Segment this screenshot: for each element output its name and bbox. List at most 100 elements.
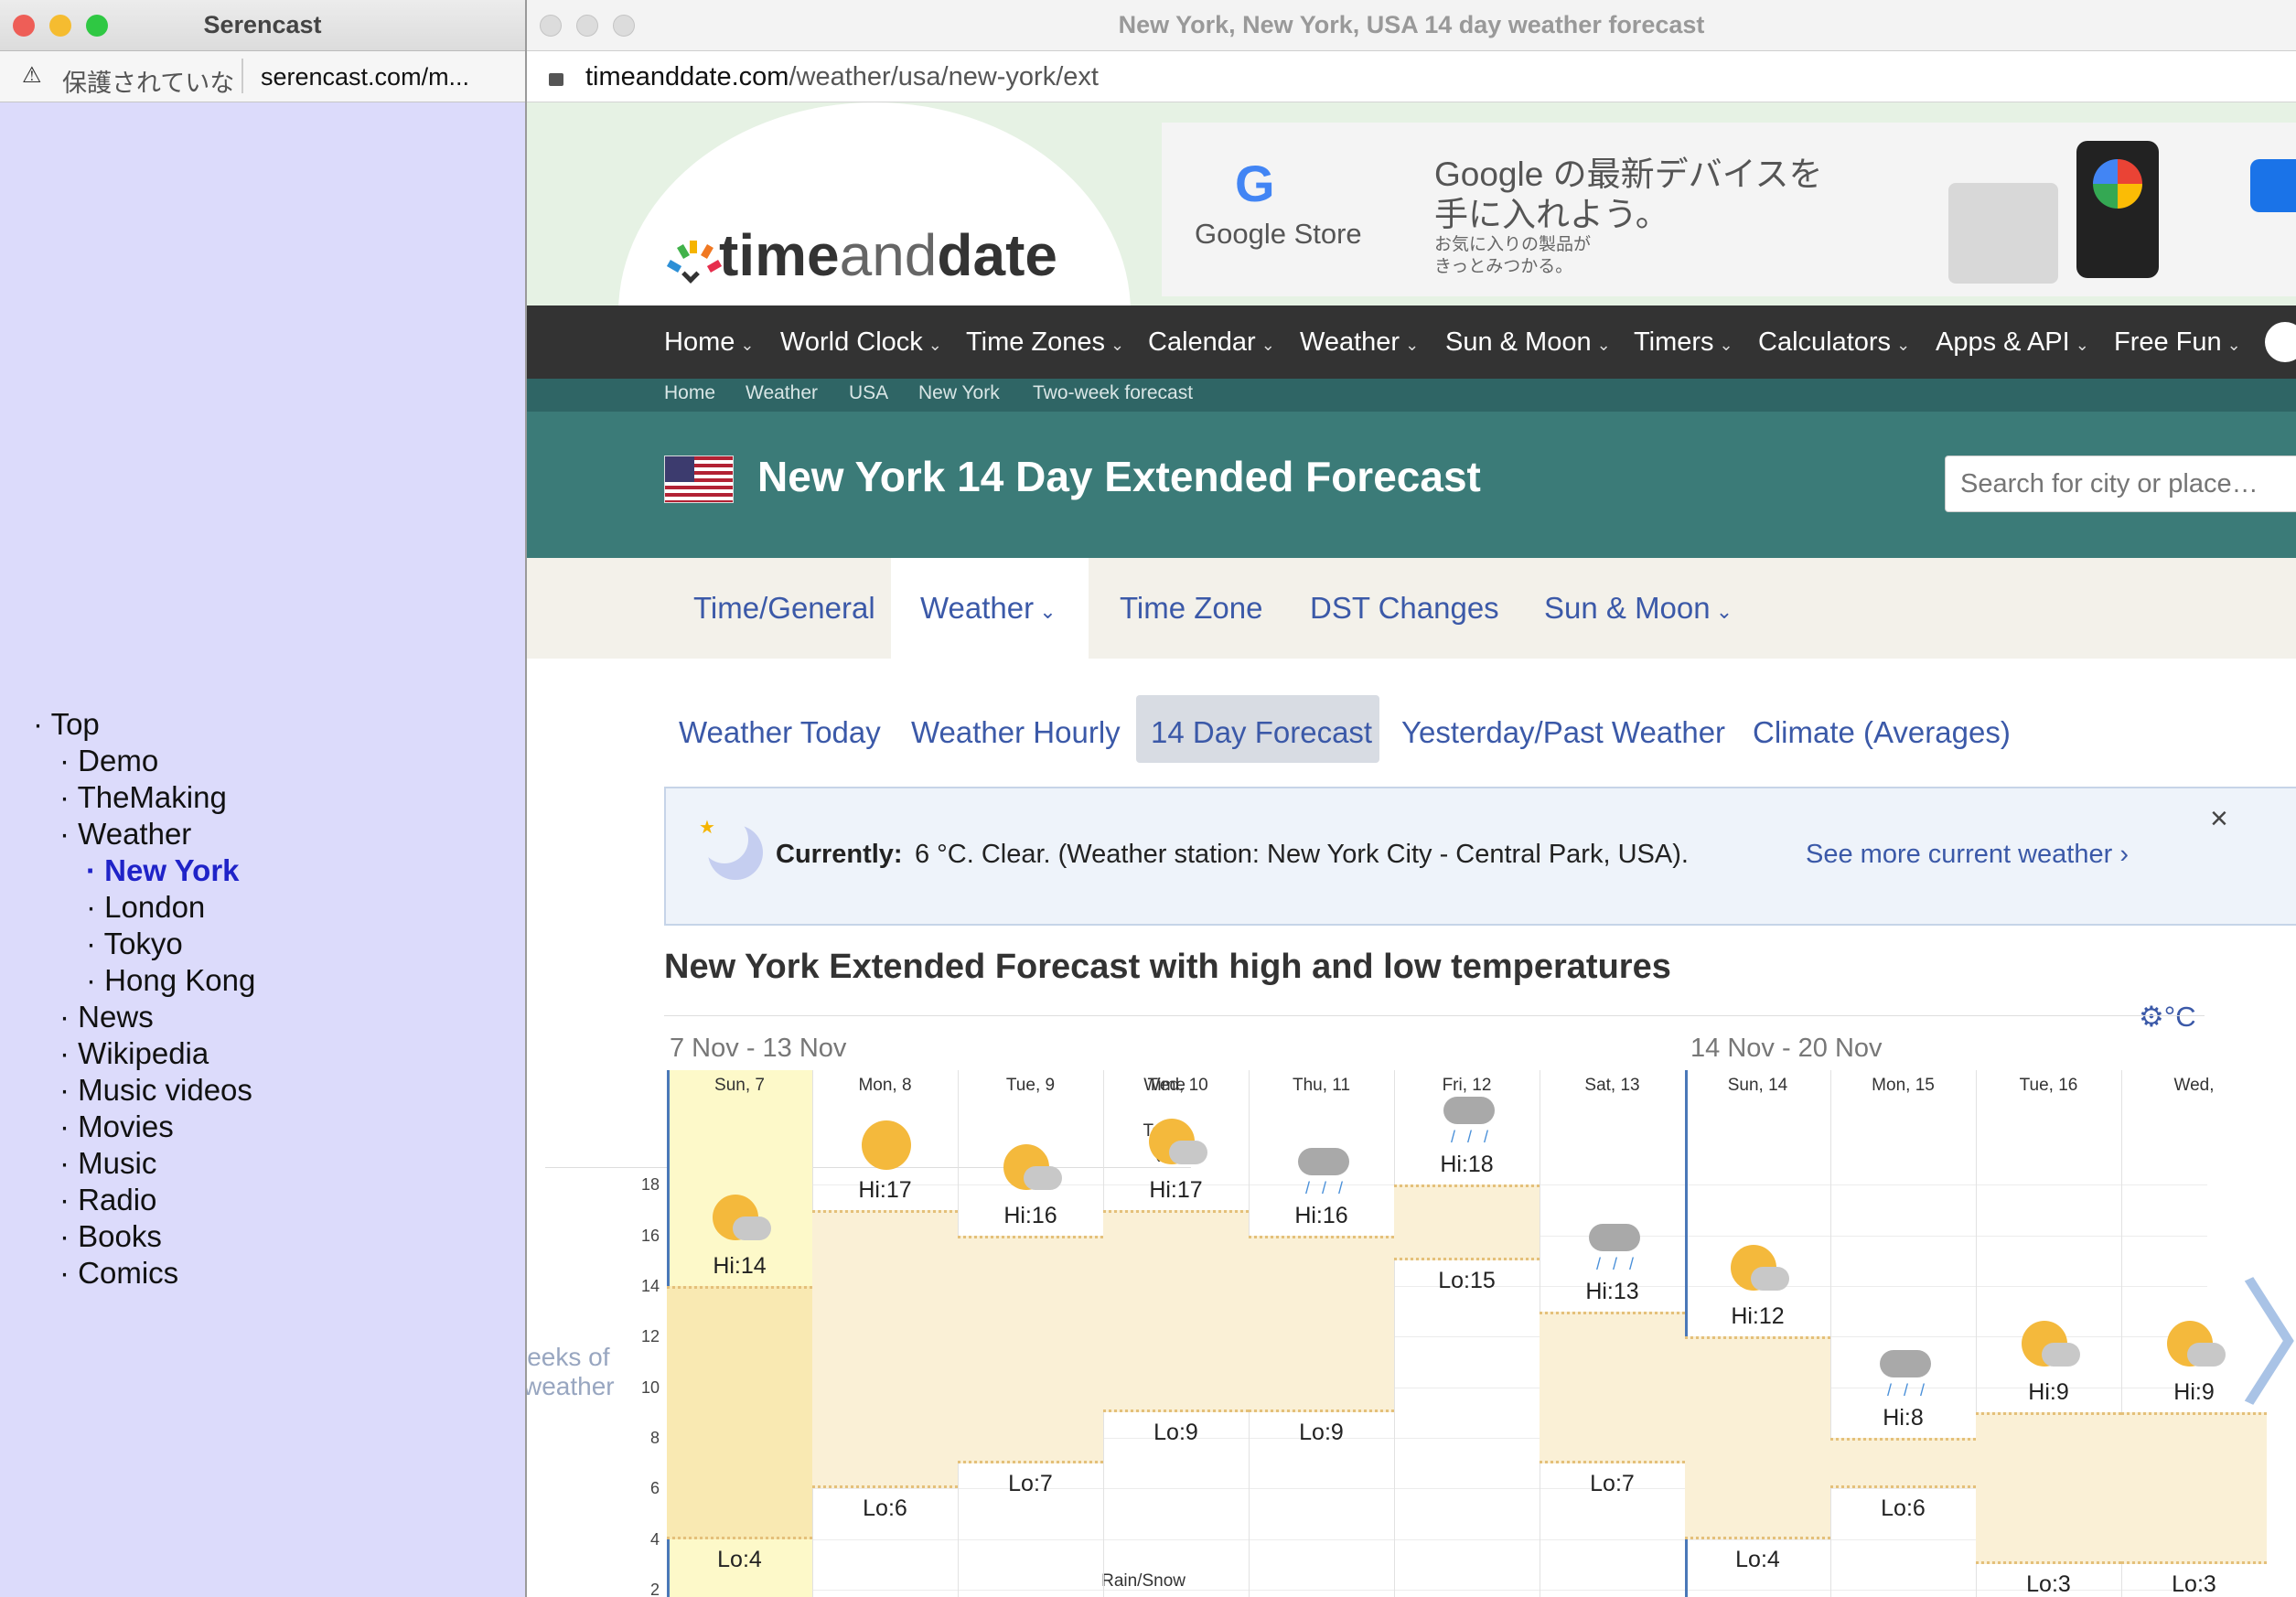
tree-item-label: Radio: [78, 1183, 157, 1217]
week-label: 7 Nov - 13 Nov: [670, 1034, 847, 1063]
tree-item[interactable]: · TheMaking: [33, 779, 255, 816]
tree-item[interactable]: · News: [33, 999, 255, 1035]
tree-item[interactable]: · Movies: [33, 1109, 255, 1145]
tree-item[interactable]: · New York: [33, 852, 255, 889]
chevron-down-icon: ⌄: [928, 336, 942, 354]
tree-item[interactable]: · Wikipedia: [33, 1035, 255, 1072]
lo-label: Lo:3: [2172, 1571, 2216, 1597]
temp-range-band: [1540, 1311, 1685, 1463]
lo-label: Lo:9: [1299, 1420, 1344, 1446]
bullet-icon: ·: [59, 817, 79, 851]
left-address-bar[interactable]: ⚠ 保護されていな serencast.com/m...: [0, 51, 525, 102]
unit-toggle[interactable]: ⚙°C: [2139, 1001, 2196, 1034]
nav-item[interactable]: Sun & Moon ⌄: [1445, 327, 1611, 358]
nav-item-label: Calculators: [1758, 327, 1892, 357]
hi-label: Hi:12: [1731, 1303, 1785, 1330]
url-text[interactable]: timeanddate.com/weather/usa/new-york/ext: [585, 62, 1099, 92]
security-warning: 保護されていな: [62, 70, 235, 97]
partly-cloudy-icon: [1729, 1245, 1789, 1300]
close-window-button[interactable]: [540, 15, 562, 37]
ad-button[interactable]: [2250, 159, 2296, 212]
secondary-tab[interactable]: Yesterday/Past Weather: [1401, 715, 1725, 750]
temp-range-band: [1685, 1336, 1830, 1539]
hi-label: Hi:18: [1440, 1152, 1494, 1178]
breadcrumb-item[interactable]: New York: [918, 382, 1000, 404]
page-title: New York 14 Day Extended Forecast: [757, 453, 1481, 500]
tree-item[interactable]: · Radio: [33, 1182, 255, 1218]
bullet-icon: ·: [59, 780, 78, 814]
secondary-tab[interactable]: Weather Today: [679, 715, 881, 750]
tree-item-label: Wikipedia: [78, 1036, 209, 1070]
tree-item-label: Demo: [78, 744, 159, 777]
nav-item-label: Timers: [1634, 327, 1714, 357]
warning-icon: ⚠: [22, 63, 42, 88]
nav-item[interactable]: Home ⌄: [664, 327, 754, 358]
ad-banner[interactable]: G Google Store Google の最新デバイスを 手に入れよう。 お…: [1162, 123, 2296, 296]
day-label: Thu, 11: [1292, 1076, 1351, 1095]
zoom-window-button[interactable]: [613, 15, 635, 37]
secondary-tab[interactable]: Climate (Averages): [1753, 715, 2011, 750]
tree-item[interactable]: · London: [33, 889, 255, 926]
breadcrumb-item[interactable]: Home: [664, 382, 715, 404]
nav-item[interactable]: Time Zones ⌄: [966, 327, 1124, 358]
breadcrumb-item[interactable]: USA: [849, 382, 888, 404]
secondary-tab[interactable]: Weather Hourly: [911, 715, 1121, 750]
search-input[interactable]: [1945, 456, 2296, 512]
chevron-down-icon: ⌄: [1719, 336, 1733, 354]
lo-label: Lo:15: [1438, 1268, 1496, 1294]
lock-icon: [549, 73, 563, 86]
secondary-tab[interactable]: 14 Day Forecast: [1151, 715, 1372, 750]
page-hero: New York 14 Day Extended Forecast: [527, 412, 2296, 558]
primary-tab[interactable]: DST Changes: [1310, 591, 1499, 626]
primary-tab[interactable]: Time Zone: [1120, 591, 1263, 626]
lo-label: Lo:4: [1735, 1546, 1780, 1572]
breadcrumb-item[interactable]: Weather: [746, 382, 818, 404]
nav-item[interactable]: Timers ⌄: [1634, 327, 1733, 358]
nav-item[interactable]: Apps & API ⌄: [1936, 327, 2089, 358]
tree-item[interactable]: · Tokyo: [33, 926, 255, 962]
tree-item[interactable]: · Weather: [33, 816, 255, 852]
day-label: Mon, 15: [1872, 1076, 1935, 1095]
nav-item-label: Home: [664, 327, 735, 357]
primary-tab[interactable]: Sun & Moon ⌄: [1544, 591, 1733, 626]
primary-tab[interactable]: Time/General: [693, 591, 875, 626]
nav-item[interactable]: World Clock ⌄: [780, 327, 942, 358]
nav-item[interactable]: Calendar ⌄: [1148, 327, 1275, 358]
close-icon[interactable]: ×: [2210, 801, 2228, 837]
tab-label: Weather: [920, 591, 1035, 625]
tree-item[interactable]: · Music videos: [33, 1072, 255, 1109]
week-label: 14 Nov - 20 Nov: [1690, 1034, 1883, 1063]
temp-range-band: [2121, 1412, 2267, 1565]
primary-tab[interactable]: Weather ⌄: [920, 591, 1057, 626]
tree-item[interactable]: · Books: [33, 1218, 255, 1255]
partly-cloudy-icon: [711, 1195, 771, 1249]
day-label: Tue, 9: [1005, 1076, 1056, 1095]
day-label: Tue, 16: [2019, 1076, 2078, 1095]
tree-item-label: Hong Kong: [104, 963, 256, 997]
address-bar[interactable]: timeanddate.com/weather/usa/new-york/ext: [527, 51, 2296, 102]
nav-item[interactable]: Free Fun ⌄: [2114, 327, 2241, 358]
lo-label: Lo:3: [2026, 1571, 2071, 1597]
day-label: Sat, 13: [1584, 1076, 1640, 1095]
account-icon[interactable]: [2265, 322, 2296, 362]
chevron-down-icon: ⌄: [1896, 336, 1911, 354]
hi-label: Hi:14: [713, 1253, 767, 1279]
tree-item[interactable]: · Demo: [33, 743, 255, 779]
hi-label: Hi:17: [1149, 1177, 1203, 1203]
current-link[interactable]: See more current weather ›: [1806, 840, 2129, 870]
lo-label: Lo:7: [1008, 1470, 1053, 1496]
tree-item[interactable]: · Comics: [33, 1255, 255, 1292]
site-logo[interactable]: timeanddate: [664, 221, 1057, 289]
tree-item-label: News: [78, 1000, 154, 1034]
minimize-window-button[interactable]: [576, 15, 598, 37]
nav-item[interactable]: Calculators ⌄: [1758, 327, 1910, 358]
next-arrow-icon[interactable]: 〉: [2237, 1277, 2296, 1414]
tree-item[interactable]: · Top: [33, 706, 255, 743]
hi-label: Hi:16: [1003, 1202, 1057, 1228]
nav-item[interactable]: Weather ⌄: [1300, 327, 1419, 358]
tree-item[interactable]: · Hong Kong: [33, 962, 255, 999]
tree-item[interactable]: · Music: [33, 1145, 255, 1182]
url-text[interactable]: serencast.com/m...: [261, 63, 469, 91]
tree-item-label: Tokyo: [103, 927, 183, 960]
day-label: Sun, 7: [714, 1076, 765, 1095]
